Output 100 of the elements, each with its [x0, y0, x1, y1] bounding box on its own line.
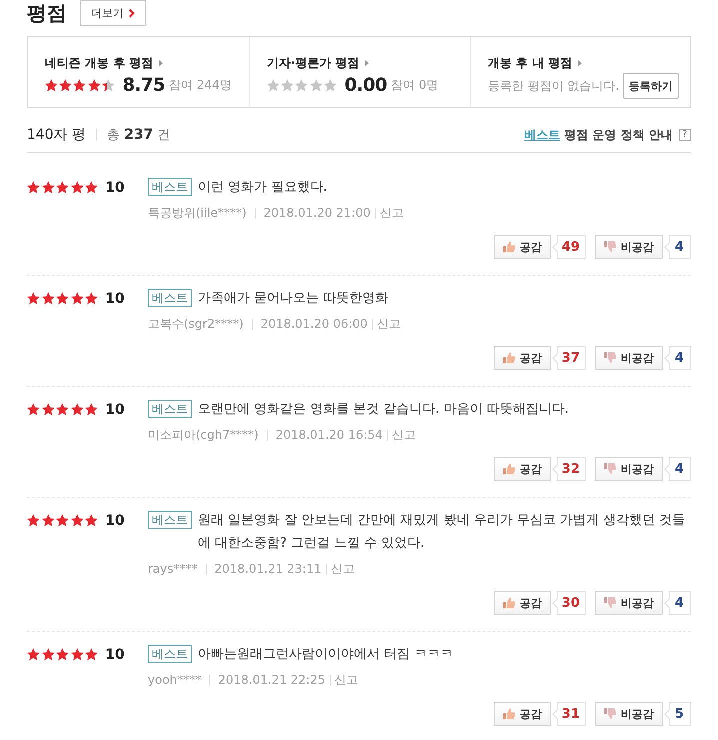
participant-count: 참여 244명 [169, 76, 232, 94]
like-button[interactable]: 공감 [494, 457, 551, 481]
thumb-down-icon [604, 463, 617, 475]
like-count: 32 [552, 457, 586, 481]
rating-score: 0.00 [344, 74, 388, 96]
star-icon [70, 403, 84, 416]
caret-icon [158, 60, 163, 67]
star-icon [310, 78, 323, 92]
empty-rating-message: 등록한 평점이 없습니다. [488, 78, 620, 94]
star-icon [45, 78, 58, 92]
dislike-button[interactable]: 비공감 [595, 346, 663, 370]
star-icon [27, 403, 40, 416]
review-section-title: 140자 평 [27, 126, 86, 144]
thumb-down-icon [604, 597, 617, 609]
review-date: 2018.01.21 23:11 [214, 562, 322, 576]
author-name: 특공방위(iile****) [148, 204, 247, 222]
dislike-count: 4 [664, 591, 691, 615]
page-title: 평점 [27, 0, 67, 26]
star-icon [70, 181, 84, 194]
review-text: 원래 일본영화 잘 안보는데 간만에 재밌게 봤네 우리가 무심코 가볍게 생각했던 것들에 대한소중함? 그런걸 느낄 수 있었다. [198, 512, 686, 553]
star-icon [42, 514, 55, 527]
star-icon [27, 514, 40, 527]
star-icon [27, 181, 40, 194]
dislike-button[interactable]: 비공감 [595, 702, 663, 726]
star-icon [295, 78, 308, 92]
dislike-count: 4 [664, 346, 691, 370]
like-count: 30 [552, 591, 586, 615]
star-icon [56, 292, 70, 305]
like-button[interactable]: 공감 [494, 591, 551, 615]
star-icon [42, 292, 55, 305]
star-icon [73, 78, 86, 92]
review-score: 10 [105, 180, 125, 196]
review-date: 2018.01.21 22:25 [218, 673, 326, 687]
best-badge: 베스트 [148, 511, 192, 529]
review-date: 2018.01.20 16:54 [276, 428, 383, 442]
star-icon [70, 514, 84, 527]
review-date: 2018.01.20 06:00 [260, 317, 368, 331]
review-text: 오랜만에 영화같은 영화를 본것 같습니다. 마음이 따뜻해집니다. [198, 401, 570, 419]
rating-title: 개봉 후 내 평점 [488, 55, 573, 72]
like-button[interactable]: 공감 [494, 235, 551, 259]
star-icon [59, 78, 72, 92]
best-badge: 베스트 [148, 400, 192, 418]
like-button[interactable]: 공감 [494, 346, 551, 370]
author-name: 미소피아(cgh7****) [148, 426, 259, 444]
thumb-up-icon [502, 241, 516, 253]
star-icon [85, 514, 98, 527]
thumb-down-icon [604, 352, 617, 364]
review-text: 이런 영화가 필요했다. [198, 179, 328, 197]
review-score: 10 [105, 402, 125, 418]
thumb-up-icon [502, 597, 516, 609]
thumb-down-icon [604, 708, 617, 720]
dislike-count: 4 [664, 235, 691, 259]
review-score: 10 [105, 512, 125, 528]
dislike-button[interactable]: 비공감 [595, 591, 663, 615]
like-button[interactable]: 공감 [494, 702, 551, 726]
dislike-button[interactable]: 비공감 [595, 235, 663, 259]
register-button[interactable]: 등록하기 [623, 73, 679, 99]
star-icon [70, 648, 84, 661]
star-icon [324, 78, 337, 92]
review-date: 2018.01.20 21:00 [264, 206, 371, 220]
star-icon [85, 403, 98, 416]
caret-icon [364, 60, 369, 67]
star-icon [56, 181, 70, 194]
star-icon [27, 292, 40, 305]
star-icon [85, 292, 98, 305]
author-name: yooh**** [148, 673, 202, 687]
dislike-button[interactable]: 비공감 [595, 457, 663, 481]
star-icon [42, 181, 55, 194]
rating-score: 8.75 [122, 74, 166, 96]
author-name: rays**** [148, 562, 198, 576]
star-icon [56, 648, 70, 661]
review-total: 총 237 건 [107, 126, 171, 144]
review-text: 아빠는원래그런사람이이야에서 터짐 ㅋㅋㅋ [198, 646, 454, 664]
dislike-count: 5 [664, 702, 691, 726]
star-icon [56, 403, 70, 416]
star-icon [85, 648, 98, 661]
participant-count: 참여 0명 [391, 76, 439, 94]
star-icon [102, 78, 115, 92]
star-icon [70, 292, 84, 305]
like-count: 37 [552, 346, 586, 370]
thumb-up-icon [502, 352, 516, 364]
star-icon [42, 648, 55, 661]
thumb-down-icon [604, 241, 617, 253]
star-icon [27, 648, 40, 661]
best-badge: 베스트 [148, 178, 192, 196]
author-name: 고복수(sgr2****) [148, 316, 244, 332]
star-icon [281, 78, 294, 92]
review-text: 가족애가 묻어나오는 따뜻한영화 [198, 290, 390, 308]
thumb-up-icon [502, 708, 516, 720]
star-icon [56, 514, 70, 527]
help-button[interactable]: ? [679, 129, 691, 141]
star-icon [88, 78, 101, 92]
rating-title: 네티즌 개봉 후 평점 [45, 55, 154, 72]
star-icon [267, 78, 280, 92]
policy-guide-link[interactable]: 평점 운영 정책 안내 [564, 126, 673, 144]
best-badge: 베스트 [148, 645, 192, 663]
like-count: 31 [552, 702, 586, 726]
review-score: 10 [105, 646, 125, 662]
star-icon [42, 403, 55, 416]
more-button[interactable]: 더보기 [80, 0, 146, 26]
